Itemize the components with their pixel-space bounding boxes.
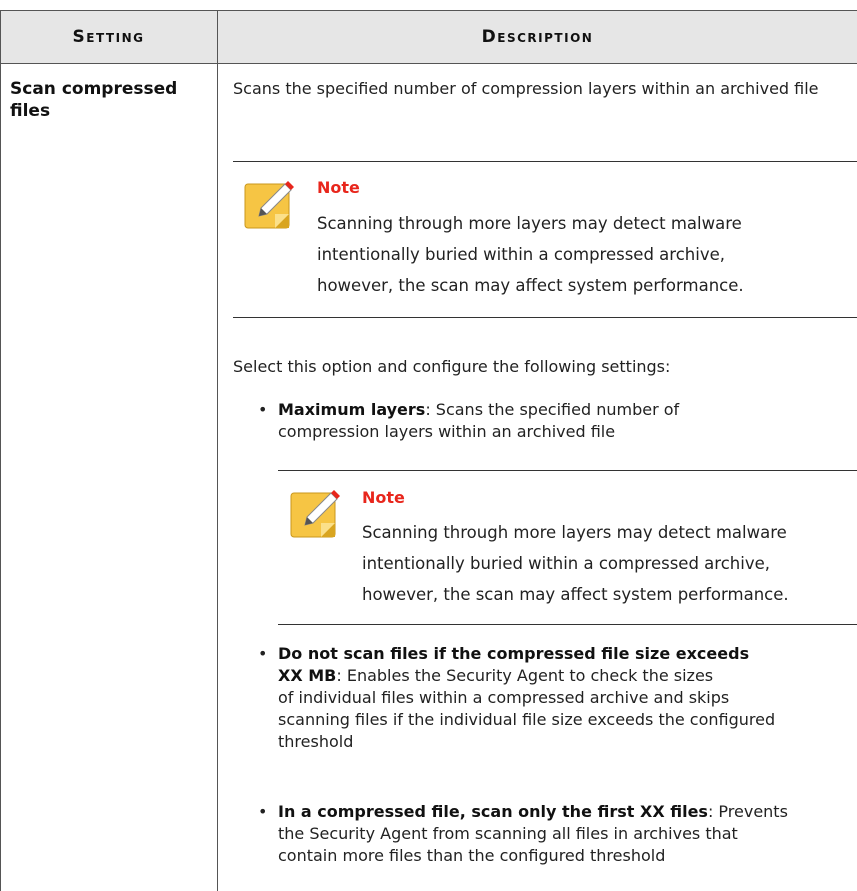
- bullet-first-files: In a compressed file, scan only the firs…: [278, 802, 788, 865]
- setting-description: Scans the specified number of compressio…: [233, 79, 819, 98]
- bullet-marker: •: [258, 644, 268, 663]
- note-body: Scanning through more layers may detect …: [317, 214, 744, 295]
- column-header-setting: Setting: [72, 27, 145, 47]
- note-bottom-rule: [233, 317, 857, 318]
- select-option-text: Select this option and configure the fol…: [233, 357, 671, 376]
- note-title: Note: [317, 178, 360, 197]
- column-divider-middle: [217, 10, 218, 891]
- note-body: Scanning through more layers may detect …: [362, 523, 789, 604]
- bullet-compressed-size: Do not scan files if the compressed file…: [278, 644, 776, 751]
- column-header-description: Description: [481, 27, 594, 47]
- table-header: Setting Description: [0, 10, 857, 64]
- note-top-rule: [233, 161, 857, 162]
- column-divider-left: [0, 10, 1, 891]
- note-icon: [244, 181, 294, 229]
- note-icon: [290, 490, 340, 538]
- note-title: Note: [362, 488, 405, 507]
- bullet-maximum-layers: Maximum layers: Scans the specified numb…: [278, 400, 680, 441]
- note-bottom-rule: [278, 624, 857, 625]
- setting-name: Scan compressed files: [10, 79, 178, 121]
- bullet-marker: •: [258, 400, 268, 419]
- note-top-rule: [278, 470, 857, 471]
- bullet-marker: •: [258, 802, 268, 821]
